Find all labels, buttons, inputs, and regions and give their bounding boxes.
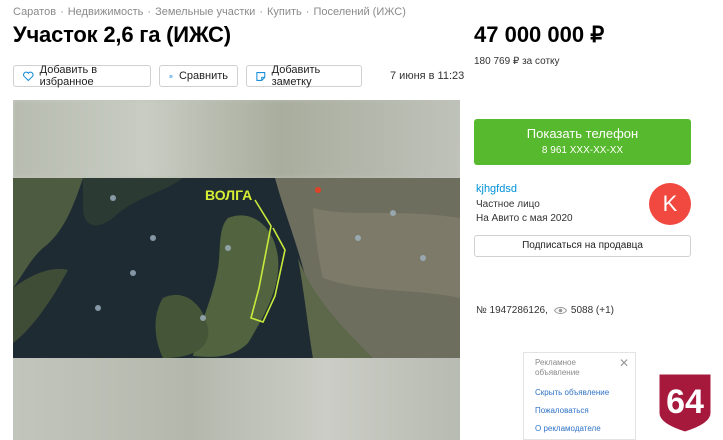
blurred-photo-backdrop — [13, 100, 460, 178]
breadcrumb: Саратов · Недвижимость · Земельные участки · К… — [13, 6, 406, 18]
masked-phone-number: 8 961 XXX-XX-XX — [541, 145, 624, 156]
channel-logo: 64 — [656, 371, 714, 435]
note-label: Добавить заметку — [271, 64, 321, 88]
ad-title: Рекламное объявление — [535, 358, 580, 377]
breadcrumb-item[interactable]: Поселений (ИЖС) — [313, 6, 405, 18]
breadcrumb-item[interactable]: Саратов — [13, 6, 56, 18]
seller-type: Частное лицо — [476, 199, 540, 210]
page-title: Участок 2,6 га (ИЖС) — [13, 22, 231, 47]
listing-meta: № 1947286126, 5088 (+1) — [476, 305, 614, 316]
blurred-photo-backdrop — [13, 358, 460, 440]
compare-button[interactable]: Сравнить — [159, 65, 238, 87]
compare-label: Сравнить — [178, 70, 228, 82]
view-count: 5088 (+1) — [570, 305, 614, 316]
close-icon[interactable]: ✕ — [619, 356, 629, 370]
breadcrumb-item[interactable]: Купить — [267, 6, 302, 18]
heart-icon — [23, 71, 34, 81]
note-icon — [256, 71, 266, 81]
seller-name-link[interactable]: kjhgfdsd — [476, 183, 517, 195]
price: 47 000 000 ₽ — [474, 22, 605, 47]
publish-date: 7 июня в 11:23 — [390, 70, 465, 82]
eye-icon — [553, 307, 567, 314]
seller-avatar[interactable]: K — [649, 183, 691, 225]
price-per-area: 180 769 ₽ за сотку — [474, 56, 560, 67]
photo-gallery[interactable]: ВОЛГА — [13, 100, 460, 440]
report-ad-link[interactable]: Пожаловаться — [535, 406, 635, 415]
listing-id: № 1947286126, — [476, 305, 548, 316]
seller-since: На Авито с мая 2020 — [476, 213, 573, 224]
satellite-photo[interactable]: ВОЛГА — [13, 178, 460, 358]
hide-ad-link[interactable]: Скрыть объявление — [535, 388, 635, 397]
compare-icon — [169, 74, 173, 78]
breadcrumb-item[interactable]: Земельные участки — [155, 6, 255, 18]
action-bar: Добавить в избранное Сравнить Добавить з… — [13, 64, 362, 88]
river-label: ВОЛГА — [205, 187, 252, 203]
ad-menu: Рекламное объявление ✕ Скрыть объявление… — [523, 352, 636, 440]
show-phone-button[interactable]: Показать телефон 8 961 XXX-XX-XX — [474, 119, 691, 165]
show-phone-label: Показать телефон — [526, 126, 639, 141]
advertiser-info-link[interactable]: О рекламодателе — [535, 424, 635, 433]
favorite-button[interactable]: Добавить в избранное — [13, 64, 151, 88]
subscribe-button[interactable]: Подписаться на продавца — [474, 235, 691, 257]
add-note-button[interactable]: Добавить заметку — [246, 64, 362, 88]
favorite-label: Добавить в избранное — [39, 64, 98, 88]
breadcrumb-item[interactable]: Недвижимость — [68, 6, 144, 18]
channel-logo-text: 64 — [666, 383, 704, 421]
